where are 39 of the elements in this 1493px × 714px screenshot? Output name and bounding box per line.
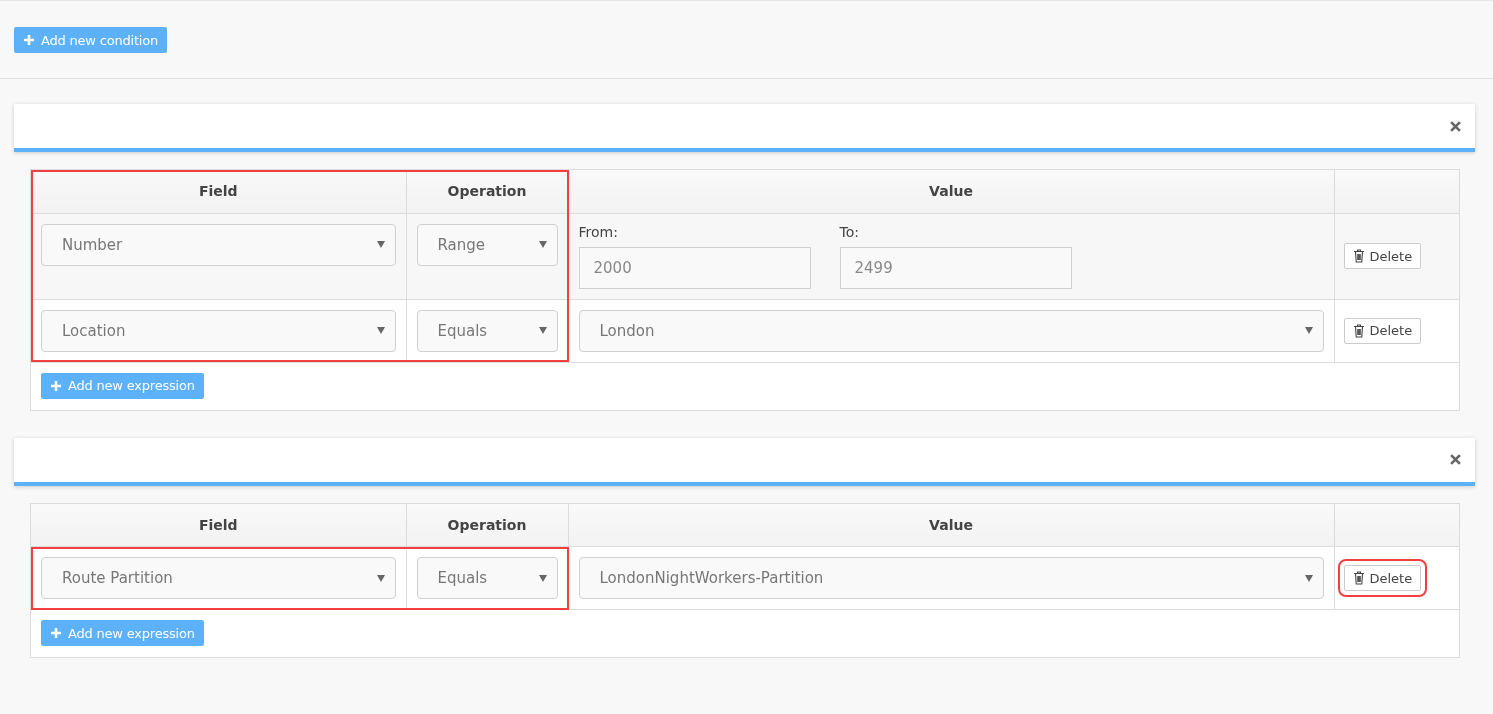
input-field[interactable]: 2499 <box>839 246 1072 289</box>
field-label: To: <box>839 223 860 240</box>
column-header: Operation <box>447 516 527 533</box>
input-field[interactable]: 2000 <box>578 246 811 289</box>
column-header: Operation <box>447 183 527 200</box>
caret-icon <box>376 327 385 334</box>
column-header: Value <box>929 516 973 533</box>
trash-icon <box>1352 249 1365 263</box>
column-header: Field <box>198 516 238 533</box>
field-dropdown[interactable]: Location <box>41 309 396 352</box>
add-expression-button[interactable]: Add new expression <box>41 372 204 399</box>
delete-button[interactable]: Delete <box>1343 317 1422 344</box>
close-icon[interactable] <box>1450 120 1461 132</box>
plus-icon <box>50 379 62 392</box>
add-expression-button[interactable]: Add new expression <box>41 620 204 646</box>
plus-icon <box>50 627 62 639</box>
add-condition-button[interactable]: Add new condition <box>14 27 167 53</box>
value-dropdown[interactable]: LondonNightWorkers-Partition <box>578 557 1324 599</box>
operation-dropdown[interactable]: Range <box>416 223 558 266</box>
trash-icon <box>1352 323 1365 338</box>
caret-icon <box>538 574 547 582</box>
caret-icon <box>1304 327 1313 334</box>
trash-icon <box>1352 571 1365 585</box>
caret-icon <box>538 327 547 334</box>
caret-icon <box>376 241 385 248</box>
caret-icon <box>538 241 547 248</box>
operation-dropdown[interactable]: Equals <box>416 309 558 352</box>
caret-icon <box>1304 574 1313 582</box>
column-header: Value <box>929 183 973 200</box>
column-header: Field <box>198 183 238 200</box>
caret-icon <box>376 574 385 582</box>
field-dropdown[interactable]: Route Partition <box>41 557 396 599</box>
field-label: From: <box>578 223 619 240</box>
delete-button[interactable]: Delete <box>1343 243 1422 269</box>
field-dropdown[interactable]: Number <box>41 223 396 266</box>
close-icon[interactable] <box>1450 454 1461 465</box>
operation-dropdown[interactable]: Equals <box>416 557 558 599</box>
plus-icon <box>23 34 35 46</box>
value-dropdown[interactable]: London <box>578 309 1324 352</box>
